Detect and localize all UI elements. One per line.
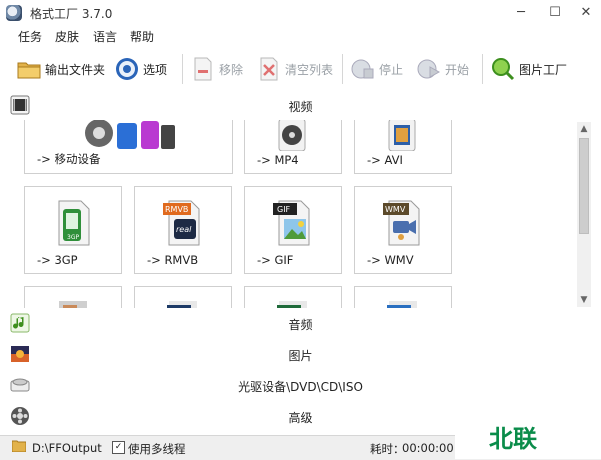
3gp-icon-text: 3GP bbox=[67, 234, 79, 241]
remove-file-icon bbox=[190, 56, 216, 82]
tile-gif-label: -> GIF bbox=[257, 253, 294, 267]
gif-icon-text: GIF bbox=[277, 205, 291, 214]
clear-list-icon bbox=[256, 56, 282, 82]
format-file-icon bbox=[161, 297, 205, 308]
scroll-up-arrow-icon[interactable]: ▲ bbox=[577, 122, 591, 136]
play-icon bbox=[416, 56, 442, 82]
remove-button[interactable]: 移除 bbox=[190, 52, 243, 86]
menu-task[interactable]: 任务 bbox=[18, 28, 42, 45]
stop-label: 停止 bbox=[379, 62, 404, 77]
picture-factory-button[interactable]: 图片工厂 bbox=[490, 52, 567, 86]
mp4-film-reel-icon bbox=[275, 120, 311, 154]
output-folder-button[interactable]: 输出文件夹 bbox=[16, 52, 105, 86]
format-file-icon bbox=[51, 297, 95, 308]
remove-label: 移除 bbox=[219, 62, 244, 77]
wmv-camera-icon: WMV bbox=[381, 199, 425, 250]
stop-icon bbox=[350, 56, 376, 82]
output-path-text[interactable]: D:\FFOutput bbox=[32, 441, 102, 455]
audio-section-header[interactable]: 音频 bbox=[0, 310, 601, 338]
tile-format[interactable] bbox=[244, 286, 342, 308]
close-button[interactable]: ✕ bbox=[570, 0, 601, 26]
menu-bar: 任务 皮肤 语言 帮助 bbox=[0, 26, 601, 46]
app-logo-icon bbox=[6, 5, 22, 21]
tile-mp4[interactable]: -> MP4 bbox=[244, 120, 342, 174]
gear-icon bbox=[114, 56, 140, 82]
elapsed-time-value: 00:00:00 bbox=[402, 441, 454, 455]
tile-3gp[interactable]: 3GP -> 3GP bbox=[24, 186, 122, 274]
real-icon-text: real bbox=[176, 225, 192, 234]
scrollbar-thumb[interactable] bbox=[579, 138, 589, 234]
wmv-icon-text: WMV bbox=[385, 205, 406, 214]
vertical-scrollbar[interactable]: ▲ ▼ bbox=[577, 122, 591, 307]
format-file-icon bbox=[271, 297, 315, 308]
mobile-devices-icon bbox=[79, 120, 179, 154]
multithread-checkbox[interactable]: ✓ bbox=[112, 441, 125, 454]
multithread-label: 使用多线程 bbox=[128, 442, 186, 456]
video-section-header[interactable]: 视频 bbox=[0, 92, 601, 120]
picture-section-header[interactable]: 图片 bbox=[0, 341, 601, 369]
rom-device-section-label: 光驱设备\DVD\CD\ISO bbox=[238, 380, 363, 394]
tile-mobile-device[interactable]: -> 移动设备 bbox=[24, 120, 233, 174]
format-file-icon bbox=[381, 297, 425, 308]
toolbar-divider bbox=[342, 54, 343, 84]
tile-gif[interactable]: GIF -> GIF bbox=[244, 186, 342, 274]
toolbar-divider bbox=[182, 54, 183, 84]
start-label: 开始 bbox=[445, 62, 470, 77]
tile-wmv-label: -> WMV bbox=[367, 253, 414, 267]
tile-wmv[interactable]: WMV -> WMV bbox=[354, 186, 452, 274]
watermark-text: 北联 bbox=[489, 424, 537, 453]
tile-mobile-device-label: -> 移动设备 bbox=[37, 152, 101, 166]
rmvb-icon-text: RMVB bbox=[165, 205, 188, 214]
tile-format[interactable] bbox=[134, 286, 232, 308]
tile-avi[interactable]: -> AVI bbox=[354, 120, 452, 174]
minimize-button[interactable]: ─ bbox=[505, 0, 537, 26]
clear-list-label: 清空列表 bbox=[285, 62, 334, 77]
gif-image-icon: GIF bbox=[271, 199, 315, 250]
window-title: 格式工厂 3.7.0 bbox=[30, 7, 113, 21]
rom-device-section-header[interactable]: 光驱设备\DVD\CD\ISO bbox=[0, 372, 601, 400]
tile-format[interactable] bbox=[24, 286, 122, 308]
watermark-logo: 北联 bbox=[455, 413, 601, 459]
tile-format[interactable] bbox=[354, 286, 452, 308]
picture-section-label: 图片 bbox=[288, 349, 313, 363]
scroll-down-arrow-icon[interactable]: ▼ bbox=[577, 293, 591, 307]
stop-button[interactable]: 停止 bbox=[350, 52, 403, 86]
menu-help[interactable]: 帮助 bbox=[130, 28, 154, 45]
folder-icon bbox=[16, 56, 42, 82]
toolbar: 输出文件夹 选项 移除 清空列表 停止 开始 图片工厂 bbox=[0, 48, 601, 90]
clear-list-button[interactable]: 清空列表 bbox=[256, 52, 333, 86]
video-section-label: 视频 bbox=[288, 100, 313, 114]
menu-language[interactable]: 语言 bbox=[93, 28, 117, 45]
magnifier-icon bbox=[490, 56, 516, 82]
tile-mp4-label: -> MP4 bbox=[257, 153, 299, 167]
tile-3gp-label: -> 3GP bbox=[37, 253, 78, 267]
title-bar: 格式工厂 3.7.0 ─ ☐ ✕ bbox=[0, 0, 601, 26]
tile-avi-label: -> AVI bbox=[367, 153, 403, 167]
rmvb-real-icon: RMVB real bbox=[161, 199, 205, 250]
picture-factory-label: 图片工厂 bbox=[519, 62, 568, 77]
start-button[interactable]: 开始 bbox=[416, 52, 469, 86]
tile-rmvb[interactable]: RMVB real -> RMVB bbox=[134, 186, 232, 274]
options-label: 选项 bbox=[143, 62, 168, 77]
options-button[interactable]: 选项 bbox=[114, 52, 167, 86]
elapsed-time-label: 耗时： bbox=[370, 442, 405, 456]
menu-skin[interactable]: 皮肤 bbox=[55, 28, 79, 45]
video-format-grid: -> 移动设备 -> MP4 -> AVI 3GP -> 3GP RMVB rea… bbox=[0, 120, 601, 308]
folder-icon bbox=[11, 440, 27, 453]
maximize-button[interactable]: ☐ bbox=[539, 0, 571, 26]
toolbar-divider bbox=[482, 54, 483, 84]
avi-film-icon bbox=[385, 120, 421, 154]
3gp-phone-icon: 3GP bbox=[53, 199, 93, 250]
audio-section-label: 音频 bbox=[288, 318, 313, 332]
output-folder-label: 输出文件夹 bbox=[45, 62, 106, 77]
tile-rmvb-label: -> RMVB bbox=[147, 253, 199, 267]
